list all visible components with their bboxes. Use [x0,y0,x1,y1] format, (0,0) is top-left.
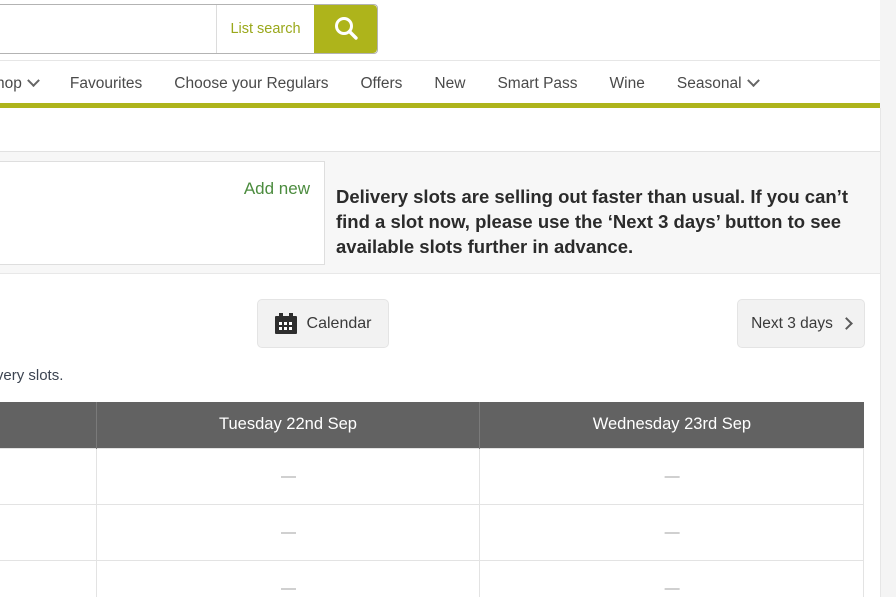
address-banner-panel: Add new Delivery slots are selling out f… [0,151,880,273]
nav-item-offers[interactable]: Offers [345,61,419,107]
nav-items-container: se Shop Favourites Choose your Regulars … [0,61,774,107]
nav-item-choose-your-regulars[interactable]: Choose your Regulars [158,61,344,107]
page-root: List search se Shop Favourites C [0,0,896,597]
nav-item-seasonal[interactable]: Seasonal [661,61,774,107]
table-column-header-tuesday[interactable]: Tuesday 22nd Sep [96,402,481,448]
slot-cell[interactable]: — [95,503,481,561]
list-search-button[interactable]: List search [216,5,314,53]
table-header-row: Tomorrow Tuesday 22nd Sep Wednesday 23rd… [0,402,864,448]
slot-cell[interactable]: — [479,559,864,597]
chevron-down-icon [27,74,40,88]
search-submit-button[interactable] [314,5,377,53]
table-row: — — — [0,447,864,505]
slot-empty-dash: — [280,467,296,485]
table-row: — — — [0,559,864,597]
slot-empty-dash: — [664,523,680,541]
slot-empty-dash: — [664,467,680,485]
slot-cell[interactable]: — [479,447,864,505]
nav-item-smart-pass[interactable]: Smart Pass [481,61,593,107]
slot-cell[interactable]: — [95,447,481,505]
page-right-background [880,0,896,597]
content-right-edge-line [880,108,881,597]
slots-controls-row: Calendar Next 3 days [0,299,880,353]
nav-label: Choose your Regulars [174,74,329,92]
table-column-header-tomorrow[interactable]: Tomorrow [0,402,97,448]
search-bar-row: List search [0,0,896,60]
slot-cell[interactable]: — [479,503,864,561]
slot-cell[interactable]: — [0,559,97,597]
search-input[interactable] [0,5,216,53]
nav-label: Offers [360,74,403,92]
nav-label: Seasonal [676,74,742,92]
greener-slots-note: eener delivery slots. [0,367,64,384]
table-row: — — — [0,503,864,561]
white-spacer-band [0,108,880,151]
delivery-slots-table: Tomorrow Tuesday 22nd Sep Wednesday 23rd… [0,402,864,597]
address-card: Add new [0,161,325,265]
search-icon [331,14,361,44]
delivery-slots-banner-message: Delivery slots are selling out faster th… [336,186,848,257]
nav-label: Smart Pass [497,74,578,92]
slot-empty-dash: — [280,579,296,597]
next-3-days-label: Next 3 days [751,314,833,332]
slot-cell[interactable]: — [0,503,97,561]
search-widget: List search [0,4,378,54]
nav-label: Wine [609,74,645,92]
nav-item-favourites[interactable]: Favourites [54,61,158,107]
main-navigation: se Shop Favourites Choose your Regulars … [0,60,896,106]
table-body: — — — — — — — — — [0,447,864,597]
slot-cell[interactable]: — [0,447,97,505]
nav-item-new[interactable]: New [418,61,481,107]
table-column-header-wednesday[interactable]: Wednesday 23rd Sep [479,402,864,448]
nav-item-wine[interactable]: Wine [594,61,661,107]
nav-label: New [434,74,466,92]
table-header: Tomorrow Tuesday 22nd Sep Wednesday 23rd… [0,402,864,448]
calendar-button-label: Calendar [306,314,372,332]
slots-content-area: Calendar Next 3 days eener delivery slot… [0,273,880,597]
chevron-down-icon [746,74,760,88]
slot-empty-dash: — [664,579,680,597]
calendar-button[interactable]: Calendar [257,299,389,348]
nav-label: se Shop [0,74,22,92]
next-3-days-button[interactable]: Next 3 days [737,299,865,348]
calendar-icon [274,313,297,334]
nav-item-browse-shop[interactable]: se Shop [0,61,54,107]
chevron-right-icon [840,317,853,330]
nav-label: Favourites [69,74,143,92]
slot-empty-dash: — [280,523,296,541]
slot-cell[interactable]: — [95,559,481,597]
add-new-link[interactable]: Add new [244,179,310,199]
